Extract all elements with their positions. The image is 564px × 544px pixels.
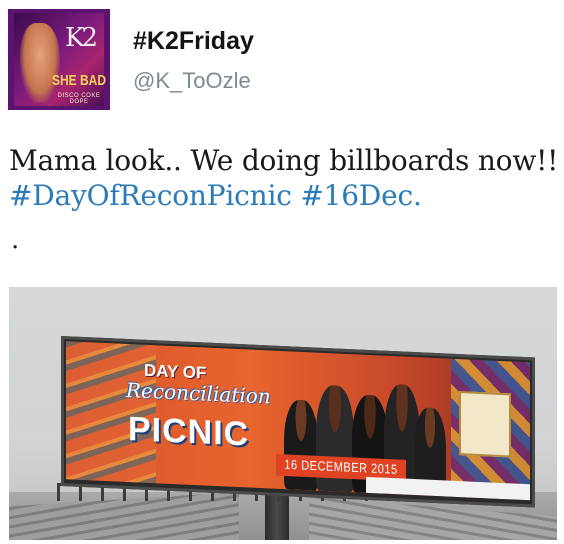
billboard-panel: DAY OF Reconciliation PICNIC 16 DECEMBER… <box>66 341 530 501</box>
hashtag-link[interactable]: #16Dec. <box>300 179 421 212</box>
billboard: DAY OF Reconciliation PICNIC 16 DECEMBER… <box>61 336 535 508</box>
avatar-title: SHE BAD <box>51 71 106 89</box>
user-handle[interactable]: @K_ToOzle <box>133 68 251 94</box>
tweet-body: Mama look.. We doing billboards now!! <box>9 144 559 177</box>
billboard-line-picnic: PICNIC <box>128 410 250 454</box>
tweet-trailing-dot: . <box>11 225 20 255</box>
avatar-artwork: K2 SHE BAD DISCO COKE DOPE <box>14 13 106 106</box>
display-name[interactable]: #K2Friday <box>133 26 254 56</box>
billboard-sponsor-logo <box>459 391 511 458</box>
tweet-text: Mama look.. We doing billboards now!! #D… <box>9 143 559 213</box>
hashtag-link[interactable]: #DayOfReconPicnic <box>9 179 292 212</box>
avatar-logo: K2 <box>65 23 98 53</box>
avatar-subtitle: DISCO COKE DOPE <box>57 93 101 105</box>
tweet-photo[interactable]: DAY OF Reconciliation PICNIC 16 DECEMBER… <box>9 287 557 540</box>
tweet-card: K2 SHE BAD DISCO COKE DOPE #K2Friday @K_… <box>0 0 564 544</box>
avatar[interactable]: K2 SHE BAD DISCO COKE DOPE <box>8 9 110 110</box>
avatar-figure <box>20 23 60 103</box>
